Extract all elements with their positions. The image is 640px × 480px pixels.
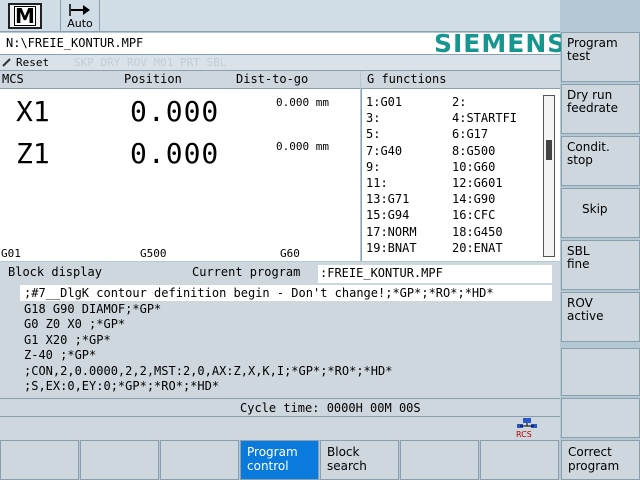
- program-line: G18 G90 DIAMOF;*GP*: [24, 301, 162, 316]
- current-program-field: :FREIE_KONTUR.MPF: [318, 265, 552, 283]
- axis-x1-dtg: 0.000 mm: [276, 96, 329, 109]
- horizontal-softkey-7[interactable]: [480, 440, 559, 480]
- g-function-item: 16:CFC: [452, 208, 496, 223]
- g-function-item: 20:ENAT: [452, 240, 503, 255]
- vertical-softkey-7[interactable]: [561, 348, 640, 396]
- channel-status-bar: Reset SKP DRY ROV M01 PRT SBL: [0, 55, 560, 71]
- g-function-item: 12:G601: [452, 176, 503, 190]
- vertical-softkey-4[interactable]: Skip: [561, 188, 640, 238]
- horizontal-softkey-2[interactable]: [80, 440, 159, 480]
- cycle-time: Cycle time: 0000H 00M 00S: [240, 401, 421, 415]
- axis-x1-position: 0.000: [130, 95, 220, 128]
- reset-label: Reset: [16, 56, 50, 69]
- horizontal-softkey-3[interactable]: [160, 440, 239, 480]
- program-line: G1 X20 ;*GP*: [24, 332, 111, 347]
- g-function-item: 19:BNAT: [366, 240, 417, 255]
- reset-icon: [2, 58, 11, 67]
- horizontal-softkey-6[interactable]: [400, 440, 479, 480]
- position-column-label: Position: [124, 72, 182, 86]
- g-function-item: 9:: [366, 159, 381, 174]
- program-status-flags: SKP DRY ROV M01 PRT SBL: [74, 56, 227, 69]
- vertical-softkey-5[interactable]: SBL fine: [561, 240, 640, 290]
- g-function-item: 7:G40: [366, 143, 403, 158]
- auto-mode-label: Auto: [67, 16, 93, 30]
- g-function-item: 8:G500: [452, 143, 496, 158]
- scrollbar-thumb[interactable]: [546, 140, 552, 160]
- g-function-item: 14:G90: [452, 192, 496, 207]
- g-function-item: 5:: [366, 127, 381, 142]
- vertical-softkey-1[interactable]: Program test: [561, 32, 640, 82]
- rcs-label: RCS: [516, 430, 532, 439]
- g-function-item: 18:G450: [452, 224, 503, 239]
- g-functions-header: G functions: [361, 71, 560, 89]
- g-function-item: 6:G17: [452, 127, 489, 142]
- axis-x1-name: X1: [16, 95, 50, 128]
- softkey-label: control: [247, 459, 289, 473]
- mcs-column-label: MCS: [2, 72, 24, 86]
- machine-mode-letter: M: [14, 4, 36, 28]
- axis-z1-position: 0.000: [130, 137, 220, 170]
- horizontal-softkey-4[interactable]: Program control: [240, 440, 319, 480]
- current-program-label: Current program: [192, 265, 301, 279]
- softkey-label: fine: [567, 257, 590, 271]
- current-program-name: :FREIE_KONTUR.MPF: [320, 266, 443, 280]
- softkey-label: feedrate: [567, 101, 618, 115]
- active-g-codes-footer: G01 G500 G60: [0, 247, 360, 261]
- program-path: N:\FREIE_KONTUR.MPF: [6, 36, 144, 50]
- vertical-softkey-8[interactable]: [561, 398, 640, 438]
- horizontal-softkey-5[interactable]: Block search: [320, 440, 399, 480]
- softkey-label: Program: [247, 445, 298, 459]
- program-line: Z-40 ;*GP*: [24, 348, 97, 362]
- g-function-item: 3:: [366, 111, 381, 126]
- footer-gcode-1: G01: [1, 247, 21, 260]
- vertical-softkey-2[interactable]: Dry run feedrate: [561, 84, 640, 134]
- position-header: MCS Position Dist-to-go: [0, 71, 360, 89]
- horizontal-softkey-8[interactable]: Correct program: [561, 440, 640, 480]
- g-function-item: 2:: [452, 95, 467, 109]
- g-function-item: 13:G71: [366, 192, 410, 207]
- g-functions-scrollbar[interactable]: [543, 95, 555, 257]
- g-function-item: 10:G60: [452, 159, 496, 174]
- softkey-label: program: [568, 459, 620, 473]
- g-functions-title: G functions: [367, 72, 447, 86]
- g-function-item: 15:G94: [366, 208, 410, 223]
- message-bar: [0, 416, 560, 440]
- auto-arrow-icon: [69, 3, 90, 16]
- softkey-label: Correct: [568, 445, 612, 459]
- program-line: ;CON,2,0.0000,2,2,MST:2,0,AX:Z,X,K,I;*GP…: [24, 363, 393, 378]
- axis-z1-dtg: 0.000 mm: [276, 140, 329, 153]
- axis-z1-name: Z1: [16, 137, 50, 170]
- auto-mode-indicator[interactable]: Auto: [60, 0, 100, 32]
- g-function-item: 17:NORM: [366, 224, 417, 239]
- g-function-item: 1:G01: [366, 95, 403, 109]
- g-function-item: 4:STARTFI: [452, 111, 518, 126]
- g-functions-panel: 1:G01 2: 3: 4:STARTFI 5: 6:G17 7:G40 8:G500 9: 10…: [361, 89, 560, 261]
- vertical-softkey-6[interactable]: ROV active: [561, 292, 640, 342]
- machine-mode-button[interactable]: M: [8, 3, 42, 29]
- position-panel: X1 0.000 0.000 mm Z1 0.000 0.000 mm: [0, 89, 360, 261]
- softkey-label: active: [567, 309, 604, 323]
- footer-gcode-3: G60: [280, 247, 300, 260]
- footer-gcode-2: G500: [140, 247, 167, 260]
- softkey-label: stop: [567, 153, 593, 167]
- softkey-label: search: [327, 459, 367, 473]
- siemens-logo: SIEMENS: [434, 29, 567, 58]
- g-function-item: 11:: [366, 176, 388, 190]
- vertical-softkey-3[interactable]: Condit. stop: [561, 136, 640, 186]
- program-line: ;#7__DlgK contour definition begin - Don…: [24, 286, 494, 300]
- dtg-column-label: Dist-to-go: [236, 72, 309, 86]
- softkey-label: Skip: [582, 202, 608, 216]
- program-line: ;S,EX:0,EY:0;*GP*;*RO*;*HD*: [24, 379, 220, 393]
- program-line: G0 Z0 X0 ;*GP*: [24, 317, 126, 331]
- softkey-label: test: [567, 49, 591, 63]
- cycle-time-bar: Cycle time: 0000H 00M 00S: [0, 398, 560, 416]
- block-display-title: Block display: [8, 265, 102, 279]
- softkey-label: Block: [327, 445, 360, 459]
- horizontal-softkey-1[interactable]: [0, 440, 79, 480]
